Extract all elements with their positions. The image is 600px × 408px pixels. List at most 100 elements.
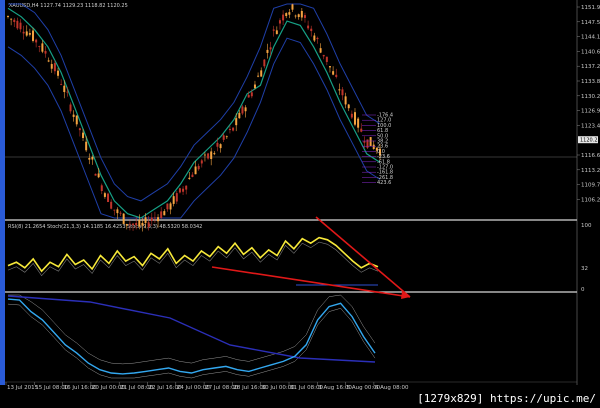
price-tick-label: 1113.24: [581, 168, 600, 174]
candle-body: [300, 11, 303, 18]
candle-body: [125, 224, 128, 226]
candle-body: [372, 144, 375, 150]
candle-body: [366, 139, 369, 148]
candle-body: [288, 12, 291, 15]
candle-body: [328, 66, 331, 68]
candle-body: [357, 118, 360, 128]
candle-body: [275, 30, 278, 35]
candle-body: [310, 28, 313, 32]
candle-body: [75, 115, 78, 125]
candle-body: [22, 31, 25, 34]
candle-body: [207, 153, 210, 159]
candle-body: [194, 166, 197, 175]
candle-body: [63, 85, 66, 93]
candle-body: [144, 217, 147, 223]
candle-body: [147, 222, 150, 227]
candle-body: [88, 157, 91, 160]
candle-body: [313, 35, 316, 41]
candle-body: [10, 18, 13, 20]
price-tick-label: 1147.54: [581, 20, 600, 26]
candle-body: [216, 142, 219, 147]
candle-body: [132, 223, 135, 226]
candle-body: [247, 94, 250, 98]
candle-body: [297, 14, 300, 18]
candle-body: [210, 151, 213, 160]
candle-body: [72, 114, 75, 117]
candle-body: [341, 89, 344, 96]
candle-body: [253, 84, 256, 89]
candle-body: [291, 4, 294, 10]
candle-body: [107, 193, 110, 203]
candle-body: [241, 106, 244, 114]
candle-body: [303, 15, 306, 18]
candle-body: [266, 49, 269, 53]
candle-body: [182, 188, 185, 192]
candle-body: [166, 203, 169, 210]
time-tick-label: 6 Aug 08:00: [375, 385, 409, 391]
chart-canvas: XAUUSD,H4 1127.74 1129.23 1118.82 1120.2…: [0, 0, 600, 408]
candle-body: [294, 15, 297, 17]
candle-body: [157, 217, 160, 222]
candle-body: [332, 71, 335, 75]
candle-body: [141, 222, 144, 226]
candle-body: [38, 46, 41, 47]
candle-body: [235, 118, 238, 126]
price-tick-label: 1123.44: [581, 123, 600, 129]
candle-body: [47, 60, 50, 62]
candle-body: [66, 91, 69, 93]
candle-body: [16, 20, 19, 29]
candle-body: [185, 185, 188, 190]
candle-body: [94, 173, 97, 176]
candle-body: [203, 154, 206, 156]
candle-body: [353, 112, 356, 125]
price-tick-label: 1109.74: [581, 183, 600, 189]
candle-body: [350, 113, 353, 118]
candle-body: [100, 185, 103, 192]
candle-body: [169, 203, 172, 210]
current-price-label: 1120.25: [580, 138, 600, 144]
candle-body: [82, 132, 85, 138]
candle-body: [116, 209, 119, 214]
candle-body: [250, 92, 253, 97]
candle-body: [316, 37, 319, 40]
candle-body: [44, 51, 47, 54]
candle-body: [222, 135, 225, 140]
candle-body: [57, 70, 60, 76]
price-tick-label: 1137.24: [581, 64, 600, 70]
candle-body: [103, 193, 106, 197]
candle-body: [7, 16, 9, 17]
candle-body: [319, 48, 322, 53]
candle-body: [197, 165, 200, 170]
candle-body: [25, 31, 28, 36]
candle-body: [344, 96, 347, 105]
candle-body: [238, 112, 241, 119]
chart-background: [0, 0, 600, 408]
candle-body: [278, 20, 281, 24]
candle-body: [53, 63, 56, 72]
indicator-header: RSI(8) 21.2654 Stoch(21,3,3) 14.1185 16.…: [8, 224, 202, 230]
candle-body: [200, 160, 203, 164]
candle-body: [325, 56, 328, 62]
candle-body: [150, 217, 153, 221]
candle-body: [153, 217, 156, 219]
candle-body: [69, 104, 72, 112]
candle-body: [163, 211, 166, 216]
indicator-tick-label: 32: [581, 266, 588, 272]
candle-body: [191, 174, 194, 177]
candle-body: [128, 223, 131, 225]
candle-body: [91, 156, 94, 160]
candle-body: [307, 25, 310, 29]
candle-body: [363, 141, 366, 143]
price-tick-label: 1151.94: [581, 5, 600, 11]
candle-body: [122, 213, 125, 224]
candle-body: [369, 137, 372, 147]
candle-body: [85, 141, 88, 151]
candle-body: [50, 64, 53, 69]
candle-body: [138, 220, 141, 227]
candle-body: [213, 153, 216, 155]
candle-body: [78, 128, 81, 131]
candle-body: [188, 177, 191, 180]
candle-body: [19, 22, 22, 30]
indicator-tick-label: 100: [581, 223, 592, 229]
candle-body: [269, 47, 272, 50]
